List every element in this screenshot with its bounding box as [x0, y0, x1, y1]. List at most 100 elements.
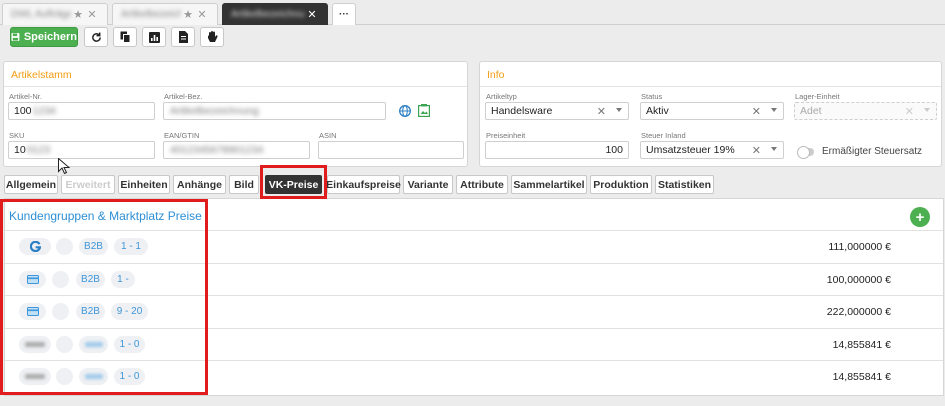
clear-icon: ✕: [904, 106, 914, 118]
asin-label: ASIN: [319, 131, 337, 140]
save-button[interactable]: Speichern: [10, 27, 78, 47]
save-button-label: Speichern: [23, 31, 77, 43]
status-label: Status: [641, 92, 663, 101]
table-row[interactable]: B2B 1 - 1 111,000000 €: [5, 230, 943, 262]
tab-einkaufspreise[interactable]: Einkaufspreise: [326, 175, 401, 194]
preiseinheit-label: Preiseinheit: [486, 131, 526, 140]
steuer-inland-select[interactable]: Umsatzsteuer 19% ✕: [640, 141, 784, 159]
globe-icon[interactable]: [399, 105, 411, 117]
clear-icon[interactable]: ✕: [752, 144, 761, 157]
card-icon: [19, 271, 46, 288]
clear-icon[interactable]: ✕: [597, 105, 606, 118]
artikel-nr-input[interactable]: 100 1234: [8, 102, 155, 120]
ean-label: EAN/GTIN: [164, 131, 200, 140]
divider: [480, 86, 941, 87]
star-icon[interactable]: ★: [181, 8, 195, 21]
sku-label: SKU: [9, 131, 25, 140]
group-badge: B2B: [76, 271, 105, 288]
price-value: 222,000000 €: [826, 306, 891, 318]
ermaessigt-toggle[interactable]: [797, 146, 814, 159]
blurred-icon: [19, 368, 51, 385]
plus-icon: +: [915, 208, 925, 226]
tab-erweitert[interactable]: Erweitert: [61, 175, 115, 194]
document-button[interactable]: [171, 27, 195, 47]
tab-sammelartikel[interactable]: Sammelartikel: [511, 175, 587, 194]
close-icon[interactable]: ✕: [195, 8, 209, 21]
status-dot: [52, 271, 69, 288]
window-tab-label: DWL Aufträge Ü...: [11, 9, 71, 20]
blurred-icon: [19, 336, 51, 353]
chevron-down-icon[interactable]: [771, 147, 777, 151]
info-panel: Info Artikeltyp Handelsware ✕ Status Akt…: [479, 61, 942, 167]
sku-value: 10: [14, 144, 26, 156]
range-badge: 9 - 20: [111, 303, 148, 320]
tab-variante[interactable]: Variante: [403, 175, 453, 194]
close-icon[interactable]: ✕: [85, 8, 99, 21]
refresh-button[interactable]: [84, 27, 108, 47]
preiseinheit-input[interactable]: 100: [485, 141, 629, 159]
artikel-nr-value: 100: [14, 105, 32, 117]
more-tabs-button[interactable]: ···: [332, 3, 356, 25]
artikel-bez-input[interactable]: Artikelbezeichnung: [163, 102, 386, 120]
asin-input[interactable]: [318, 141, 464, 159]
ean-input[interactable]: 4012345678901234: [163, 141, 310, 159]
table-row[interactable]: 1 - 0 14,855841 €: [5, 360, 943, 392]
hand-icon: [207, 31, 218, 42]
tab-vk-preise[interactable]: VK-Preise: [265, 175, 322, 194]
add-price-button[interactable]: +: [910, 207, 930, 227]
tab-attribute[interactable]: Attribute: [456, 175, 508, 194]
chart-icon: [148, 31, 160, 43]
chevron-down-icon[interactable]: [616, 108, 622, 112]
sku-input[interactable]: 10 0123: [8, 141, 155, 159]
tab-produktion[interactable]: Produktion: [590, 175, 652, 194]
artikel-bez-blurred: Artikelbezeichnung: [170, 105, 259, 117]
chart-button[interactable]: [142, 27, 166, 47]
artikeltyp-label: Artikeltyp: [486, 92, 517, 101]
divider: [4, 86, 467, 87]
tab-allgemein[interactable]: Allgemein: [4, 175, 58, 194]
window-tab-label: Artikelbezeichnung: [231, 9, 305, 20]
tab-einheiten[interactable]: Einheiten: [118, 175, 170, 194]
artikeltyp-select[interactable]: Handelsware ✕: [485, 102, 629, 120]
hand-button[interactable]: [200, 27, 224, 47]
window-tab-label: Artikelbezeich: [121, 9, 181, 20]
table-row[interactable]: B2B 1 - 100,000000 €: [5, 263, 943, 295]
toolbar: Speichern: [0, 26, 945, 54]
tab-bild[interactable]: Bild: [229, 175, 259, 194]
range-badge: 1 - 1: [114, 238, 148, 255]
steuer-inland-label: Steuer Inland: [641, 131, 686, 140]
artikeltyp-value: Handelsware: [491, 105, 553, 117]
window-tab-3[interactable]: Artikelbezeichnung ✕: [222, 3, 328, 25]
save-icon: [11, 33, 20, 41]
chevron-down-icon[interactable]: [771, 108, 777, 112]
tab-statistiken[interactable]: Statistiken: [655, 175, 714, 194]
star-icon[interactable]: ★: [71, 8, 85, 21]
copy-icon: [120, 31, 130, 43]
tab-anhaenge[interactable]: Anhänge: [173, 175, 226, 194]
image-text-icon[interactable]: [418, 104, 430, 117]
table-row[interactable]: B2B 9 - 20 222,000000 €: [5, 295, 943, 327]
range-badge: 1 - 0: [114, 336, 145, 353]
ean-blurred: 4012345678901234: [170, 144, 264, 156]
table-row[interactable]: 1 - 0 14,855841 €: [5, 328, 943, 360]
window-tab-1[interactable]: DWL Aufträge Ü... ★ ✕: [2, 3, 108, 25]
clear-icon[interactable]: ✕: [752, 105, 761, 118]
range-badge: 1 - 0: [114, 368, 145, 385]
window-tab-2[interactable]: Artikelbezeich ★ ✕: [112, 3, 218, 25]
artikel-nr-label: Artikel-Nr.: [9, 92, 42, 101]
g-logo-icon: [19, 238, 51, 255]
copy-button[interactable]: [113, 27, 137, 47]
status-dot: [56, 368, 73, 385]
price-value: 14,855841 €: [832, 371, 891, 383]
vk-preise-content: Kundengruppen & Marktplatz Preise + B2B …: [4, 198, 944, 396]
price-value: 14,855841 €: [832, 339, 891, 351]
steuer-inland-value: Umsatzsteuer 19%: [646, 144, 735, 156]
preiseinheit-value: 100: [605, 144, 623, 156]
status-value: Aktiv: [646, 105, 669, 117]
card-icon: [19, 303, 46, 320]
status-select[interactable]: Aktiv ✕: [640, 102, 784, 120]
close-icon[interactable]: ✕: [305, 8, 319, 21]
group-badge: B2B: [76, 303, 105, 320]
group-badge: [79, 368, 108, 385]
artikel-nr-blurred: 1234: [32, 105, 56, 117]
